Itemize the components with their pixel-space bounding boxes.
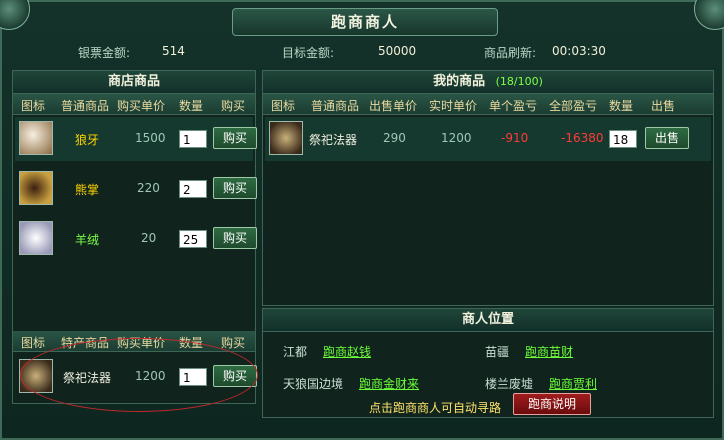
- sell-button[interactable]: 出售: [645, 127, 689, 149]
- item-name: 羊绒: [75, 233, 100, 247]
- my-goods-panel: 我的商品 (18/100) 图标 普通商品 出售单价 实时单价 单个盈亏 全部盈…: [262, 70, 714, 306]
- buy-button[interactable]: 购买: [213, 177, 257, 199]
- header-total-pl: 全部盈亏: [549, 99, 598, 113]
- quantity-field[interactable]: 2: [179, 180, 207, 198]
- auto-path-hint: 点击跑商商人可自动寻路: [369, 401, 502, 415]
- my-goods-title-text: 我的商品: [433, 74, 486, 89]
- location-place: 楼兰废墟: [485, 377, 534, 391]
- help-button[interactable]: 跑商说明: [513, 393, 591, 415]
- my-goods-header: 图标 普通商品 出售单价 实时单价 单个盈亏 全部盈亏 数量 出售: [263, 94, 713, 115]
- location-place: 苗疆: [485, 345, 510, 359]
- header-icon: 图标: [21, 336, 46, 350]
- target-label: 目标金额:: [282, 46, 335, 60]
- quantity-field[interactable]: 1: [179, 130, 207, 148]
- shop-title: 商店商品: [13, 71, 255, 94]
- quantity-field[interactable]: 18: [609, 130, 637, 148]
- list-item[interactable]: 狼牙 1500 1 购买: [15, 117, 257, 161]
- quantity-field[interactable]: 25: [179, 230, 207, 248]
- target-value: 50000: [378, 44, 417, 58]
- item-price: 20: [141, 231, 157, 245]
- corner-ornament-icon: [694, 0, 724, 30]
- silver-label: 银票金额:: [78, 46, 131, 60]
- header-icon: 图标: [271, 99, 296, 113]
- header-qty: 数量: [609, 99, 634, 113]
- wolf-tooth-icon[interactable]: [19, 121, 53, 155]
- buy-button[interactable]: 购买: [213, 127, 257, 149]
- live-price: 1200: [441, 131, 472, 145]
- stats-row: 银票金额: 514 目标金额: 50000 商品刷新: 00:03:30: [14, 44, 714, 60]
- header-sell: 出售: [651, 99, 676, 113]
- header-qty: 数量: [179, 99, 204, 113]
- header-sell-price: 出售单价: [369, 99, 418, 113]
- item-name: 熊掌: [75, 183, 100, 197]
- location-place: 天狼国边境: [283, 377, 344, 391]
- refresh-label: 商品刷新:: [484, 46, 537, 60]
- item-name: 祭祀法器: [309, 133, 358, 147]
- merchant-link[interactable]: 跑商赵钱: [323, 343, 371, 360]
- location-place: 江都: [283, 345, 308, 359]
- sell-price: 290: [383, 131, 406, 145]
- buy-button[interactable]: 购买: [213, 227, 257, 249]
- my-goods-title: 我的商品 (18/100): [263, 71, 713, 94]
- header-buy-price: 购买单价: [117, 99, 166, 113]
- cashmere-icon[interactable]: [19, 221, 53, 255]
- header-unit-pl: 单个盈亏: [489, 99, 538, 113]
- silver-value: 514: [162, 44, 185, 58]
- item-name: 狼牙: [75, 133, 100, 147]
- highlight-ellipse: [20, 338, 258, 412]
- item-price: 1500: [135, 131, 166, 145]
- item-price: 220: [137, 181, 160, 195]
- list-item[interactable]: 熊掌 220 2 购买: [15, 167, 257, 211]
- refresh-value: 00:03:30: [552, 44, 606, 58]
- shop-header: 图标 普通商品 购买单价 数量 购买: [13, 94, 255, 115]
- merchant-link[interactable]: 跑商贾利: [549, 375, 597, 392]
- header-icon: 图标: [21, 99, 46, 113]
- location-panel: 商人位置 江都 跑商赵钱 苗疆 跑商苗财 天狼国边境 跑商金财来 楼兰废墟 跑商…: [262, 308, 714, 418]
- merchant-link[interactable]: 跑商苗财: [525, 343, 573, 360]
- merchant-link[interactable]: 跑商金财来: [359, 375, 419, 392]
- inventory-count: (18/100): [495, 75, 543, 88]
- list-item[interactable]: 羊绒 20 25 购买: [15, 217, 257, 261]
- list-item[interactable]: 祭祀法器 290 1200 -910 -16380 18 出售: [265, 117, 711, 161]
- bear-paw-icon[interactable]: [19, 171, 53, 205]
- merchant-window: 跑商商人 银票金额: 514 目标金额: 50000 商品刷新: 00:03:3…: [0, 0, 724, 440]
- total-profit-loss: -16380: [561, 131, 604, 145]
- header-live-price: 实时单价: [429, 99, 478, 113]
- header-buy: 购买: [221, 99, 246, 113]
- header-normal-goods: 普通商品: [311, 99, 360, 113]
- header-normal-goods: 普通商品: [61, 99, 110, 113]
- unit-profit-loss: -910: [501, 131, 529, 145]
- ritual-artifact-icon[interactable]: [269, 121, 303, 155]
- corner-ornament-icon: [0, 0, 30, 30]
- window-title: 跑商商人: [232, 8, 498, 36]
- location-title: 商人位置: [263, 309, 713, 332]
